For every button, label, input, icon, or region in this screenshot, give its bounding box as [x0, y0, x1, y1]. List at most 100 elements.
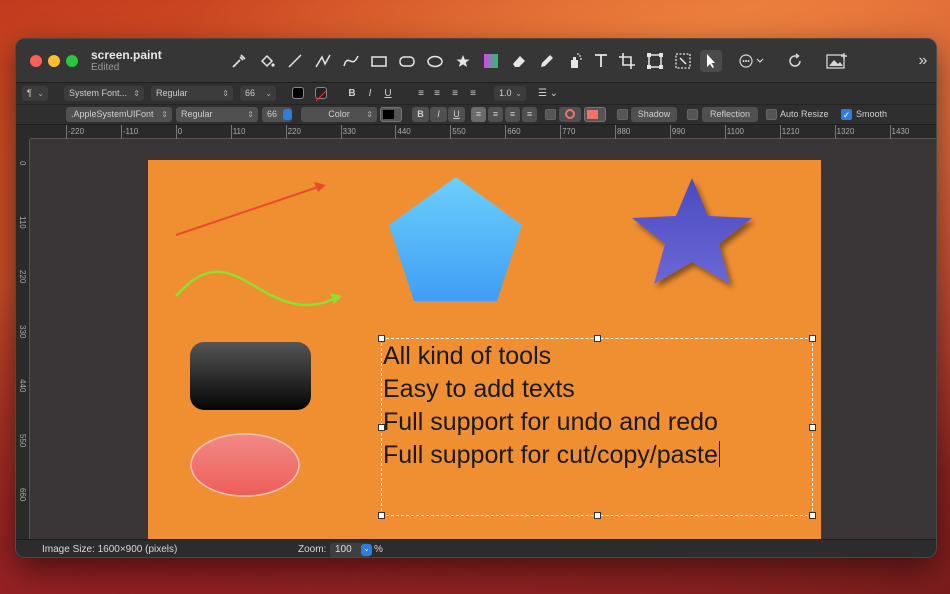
format-bar-primary: ¶ ⌄ System Font... ⇕ Regular ⇕ 66 ⌄ B I U ≡ … — [16, 83, 936, 105]
more-icon[interactable] — [736, 50, 768, 72]
ruler-tick-label: 0 — [177, 127, 183, 136]
ruler-tick-label: 1210 — [781, 127, 800, 136]
paragraph-menu[interactable]: ¶ ⌄ — [22, 86, 48, 101]
align-right-icon[interactable]: ≡ — [505, 107, 520, 122]
magic-select-icon[interactable] — [672, 50, 694, 72]
purple-star-shape[interactable] — [632, 178, 752, 284]
spray-icon[interactable] — [564, 50, 586, 72]
bold-toggle[interactable]: B — [346, 86, 358, 101]
align-justify-icon[interactable]: ≡ — [522, 107, 537, 122]
ruler-tick — [395, 125, 397, 139]
pointer-icon[interactable] — [700, 50, 722, 72]
text-color-well[interactable] — [292, 87, 304, 99]
transform-icon[interactable] — [644, 50, 666, 72]
rectangle-icon[interactable] — [368, 50, 390, 72]
font-family-popup[interactable]: System Font... ⇕ — [64, 86, 144, 101]
close-window-button[interactable] — [30, 55, 42, 67]
image-size-label: Image Size: 1600×900 (pixels) — [42, 544, 178, 555]
curve-icon[interactable] — [340, 50, 362, 72]
reflection-button[interactable]: Reflection — [702, 107, 758, 122]
green-curve-arrow-shape[interactable] — [175, 270, 342, 307]
resize-handle-top[interactable] — [594, 335, 601, 342]
resize-handle-bottom-left[interactable] — [378, 512, 385, 519]
align-center-icon[interactable]: ≡ — [430, 86, 444, 101]
font-style-value: Regular — [181, 109, 213, 119]
red-ellipse-shape[interactable] — [190, 433, 300, 497]
text-line[interactable]: All kind of tools — [383, 341, 551, 371]
line-spacing-combo[interactable]: 1.0 ⌄ — [494, 86, 526, 101]
ruler-tick — [779, 125, 781, 139]
stroke-style-button[interactable] — [559, 107, 581, 122]
italic-toggle[interactable]: I — [364, 86, 376, 101]
shadow-checkbox[interactable] — [617, 109, 628, 120]
resize-handle-right[interactable] — [809, 424, 816, 431]
stroke-color-well[interactable] — [380, 107, 402, 122]
align-right-icon[interactable]: ≡ — [448, 86, 462, 101]
font-style-popup[interactable]: Regular ⇕ — [151, 86, 233, 101]
star-icon[interactable] — [452, 50, 474, 72]
updown-icon: ⇕ — [133, 89, 140, 98]
eraser-icon[interactable] — [508, 50, 530, 72]
text-box-selected[interactable]: All kind of tools Easy to add texts Full… — [378, 335, 816, 519]
ruler-tick-label: 1320 — [836, 127, 855, 136]
black-rounded-rect-shape[interactable] — [190, 342, 311, 410]
blue-pentagon-shape[interactable] — [389, 177, 522, 301]
pipette-icon[interactable] — [228, 50, 250, 72]
ruler-tick-label: 220 — [18, 270, 27, 284]
app-window: screen.paint Edited » ¶ ⌄ System Font...… — [15, 38, 937, 558]
paint-bucket-icon[interactable] — [256, 50, 278, 72]
shadow-button[interactable]: Shadow — [631, 107, 677, 122]
overflow-icon[interactable]: » — [912, 50, 934, 72]
reflection-checkbox[interactable] — [687, 109, 698, 120]
underline-toggle-2[interactable]: U — [448, 107, 465, 122]
auto-resize-checkbox[interactable] — [766, 109, 777, 120]
zoom-window-button[interactable] — [66, 55, 78, 67]
image-canvas[interactable]: All kind of tools Easy to add texts Full… — [148, 160, 821, 539]
ellipse-icon[interactable] — [424, 50, 446, 72]
list-style-icon[interactable]: ☰ ⌄ — [534, 86, 562, 101]
fill-checkbox[interactable] — [545, 109, 556, 120]
rotate-icon[interactable] — [784, 50, 806, 72]
pencil-icon[interactable] — [536, 50, 558, 72]
smooth-checkbox[interactable]: ✓ — [841, 109, 852, 120]
stroke-color-swatch — [383, 110, 394, 119]
canvas-area[interactable]: All kind of tools Easy to add texts Full… — [30, 139, 936, 539]
insert-image-icon[interactable] — [824, 50, 850, 72]
align-justify-icon[interactable]: ≡ — [466, 86, 480, 101]
fill-mode-popup[interactable]: Color ⇕ — [301, 107, 377, 122]
font-style-popup-2[interactable]: Regular ⇕ — [176, 107, 258, 122]
minimize-window-button[interactable] — [48, 55, 60, 67]
gradient-swatch-icon[interactable] — [480, 50, 502, 72]
text-line[interactable]: Full support for undo and redo — [383, 407, 718, 437]
ruler-corner — [16, 125, 30, 139]
align-center-icon[interactable]: ≡ — [488, 107, 503, 122]
bold-toggle-2[interactable]: B — [412, 107, 429, 122]
fill-color-well[interactable] — [584, 107, 606, 122]
align-left-icon[interactable]: ≡ — [471, 107, 486, 122]
vertical-ruler: 0110220330440550660770 — [16, 139, 30, 556]
font-size-combo[interactable]: 66 ⌄ — [240, 86, 276, 101]
text-icon[interactable] — [590, 50, 612, 72]
ruler-tick — [175, 125, 177, 139]
ruler-tick — [120, 125, 122, 139]
font-size-stepper[interactable] — [283, 109, 292, 120]
red-arrow-shape[interactable] — [175, 182, 326, 236]
resize-handle-top-right[interactable] — [809, 335, 816, 342]
italic-toggle-2[interactable]: I — [430, 107, 447, 122]
underline-toggle[interactable]: U — [382, 86, 394, 101]
line-icon[interactable] — [284, 50, 306, 72]
highlight-color-well[interactable] — [315, 87, 327, 102]
ruler-tick — [889, 125, 891, 139]
polyline-icon[interactable] — [312, 50, 334, 72]
text-line-with-caret[interactable]: Full support for cut/copy/paste — [383, 440, 720, 470]
font-family-popup-2[interactable]: .AppleSystemUIFont ⇕ — [66, 107, 172, 122]
ruler-tick — [669, 125, 671, 139]
text-line[interactable]: Easy to add texts — [383, 374, 575, 404]
zoom-dropdown-button[interactable]: ⌄ — [361, 544, 372, 556]
resize-handle-bottom[interactable] — [594, 512, 601, 519]
rounded-rect-icon[interactable] — [396, 50, 418, 72]
crop-icon[interactable] — [616, 50, 638, 72]
ruler-tick — [450, 125, 452, 139]
resize-handle-bottom-right[interactable] — [809, 512, 816, 519]
align-left-icon[interactable]: ≡ — [414, 86, 428, 101]
